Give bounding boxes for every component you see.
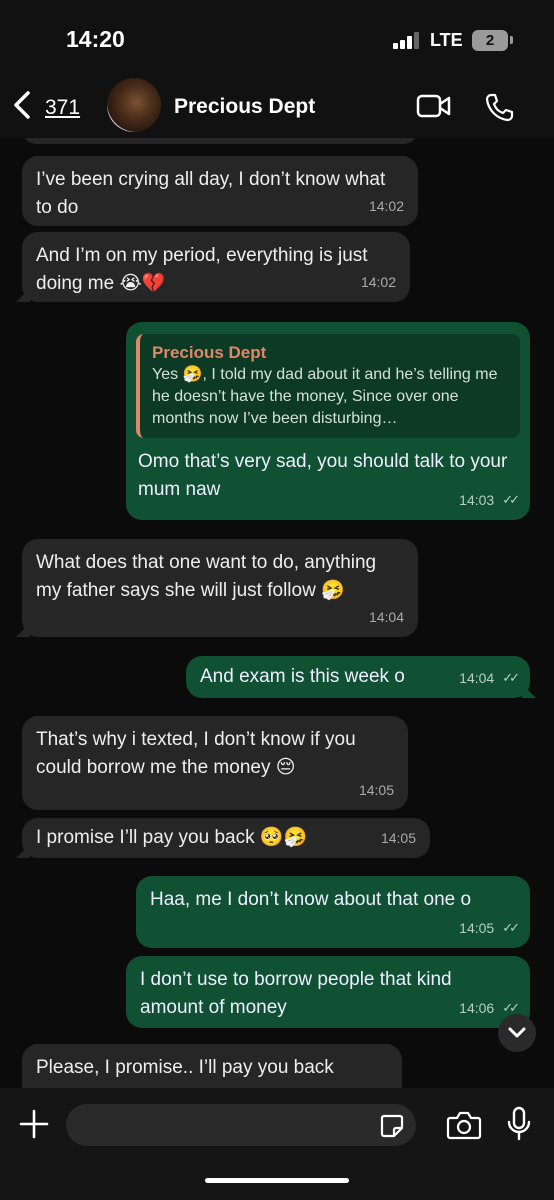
message-text: Haa, me I don’t know about that one o	[150, 889, 472, 910]
scroll-to-bottom-button[interactable]	[498, 1014, 536, 1052]
back-chevron-icon[interactable]	[10, 90, 34, 120]
chat-messages[interactable]: I’ve been crying all day, I don’t know w…	[0, 138, 554, 1088]
chat-header: 371 Precious Dept	[0, 70, 554, 138]
message-text: I promise I’ll pay you back 🥺🤧	[36, 827, 308, 848]
message-time: 14:04	[368, 609, 404, 625]
message-text: What does that one want to do, anything …	[36, 552, 377, 601]
plus-icon[interactable]	[18, 1108, 50, 1140]
message-time: 14:05	[358, 782, 394, 798]
battery-tip	[510, 36, 513, 44]
bubble-tail	[16, 623, 30, 637]
quoted-text: Yes 🤧, I told my dad about it and he’s t…	[152, 366, 498, 427]
message-text: And I’m on my period, everything is just…	[36, 245, 368, 294]
signal-strength-icon	[393, 31, 423, 49]
message-incoming[interactable]: Please, I promise.. I’ll pay you back	[22, 1044, 402, 1088]
message-text: I’ve been crying all day, I don’t know w…	[36, 169, 386, 218]
microphone-icon[interactable]	[506, 1106, 532, 1142]
video-call-icon[interactable]	[416, 94, 452, 118]
message-text: Please, I promise.. I’ll pay you back	[36, 1057, 334, 1078]
message-outgoing-reply[interactable]: Precious Dept Yes 🤧, I told my dad about…	[126, 322, 530, 520]
message-incoming[interactable]: What does that one want to do, anything …	[16, 539, 418, 637]
message-outgoing[interactable]: I don’t use to borrow people that kind a…	[126, 956, 536, 1028]
message-time: 14:04 ✓✓	[459, 664, 520, 692]
chevron-down-icon	[508, 1027, 526, 1038]
message-composer	[0, 1088, 554, 1200]
message-incoming[interactable]: And I’m on my period, everything is just…	[16, 232, 410, 302]
message-outgoing[interactable]: Haa, me I don’t know about that one o 14…	[136, 876, 530, 948]
message-time: 14:02	[360, 274, 396, 290]
message-time: 14:03 ✓✓	[459, 486, 520, 514]
camera-icon[interactable]	[446, 1110, 482, 1140]
message-time: 14:05 ✓✓	[459, 914, 520, 942]
message-incoming[interactable]: I’ve been crying all day, I don’t know w…	[22, 156, 418, 226]
sticker-icon[interactable]	[380, 1114, 404, 1138]
bubble-tail	[16, 844, 30, 858]
battery-icon: 2	[472, 30, 508, 51]
bubble-tail	[16, 288, 30, 302]
quoted-message[interactable]: Precious Dept Yes 🤧, I told my dad about…	[136, 334, 520, 438]
message-incoming[interactable]: I promise I’ll pay you back 🥺🤧 14:05	[16, 818, 430, 858]
message-outgoing[interactable]: And exam is this week o 14:04 ✓✓	[186, 656, 536, 698]
read-ticks-icon: ✓✓	[502, 492, 520, 507]
message-incoming[interactable]: That’s why i texted, I don’t know if you…	[22, 716, 408, 810]
clipped-message	[22, 138, 418, 144]
message-text: That’s why i texted, I don’t know if you…	[36, 729, 356, 778]
message-time: 14:02	[368, 198, 404, 214]
contact-name[interactable]: Precious Dept	[174, 95, 315, 119]
status-time: 14:20	[66, 26, 125, 52]
avatar[interactable]	[107, 78, 161, 132]
home-indicator	[205, 1178, 349, 1183]
read-ticks-icon: ✓✓	[502, 920, 520, 935]
phone-icon[interactable]	[484, 92, 514, 122]
read-ticks-icon: ✓✓	[502, 670, 520, 685]
status-bar: 14:20 LTE 2	[0, 0, 554, 80]
message-input[interactable]	[66, 1104, 416, 1146]
network-type: LTE	[430, 30, 463, 50]
message-time: 14:05	[380, 830, 416, 846]
back-unread-count[interactable]: 371	[45, 96, 80, 120]
bubble-tail	[522, 684, 536, 698]
quoted-sender: Precious Dept	[152, 343, 267, 362]
